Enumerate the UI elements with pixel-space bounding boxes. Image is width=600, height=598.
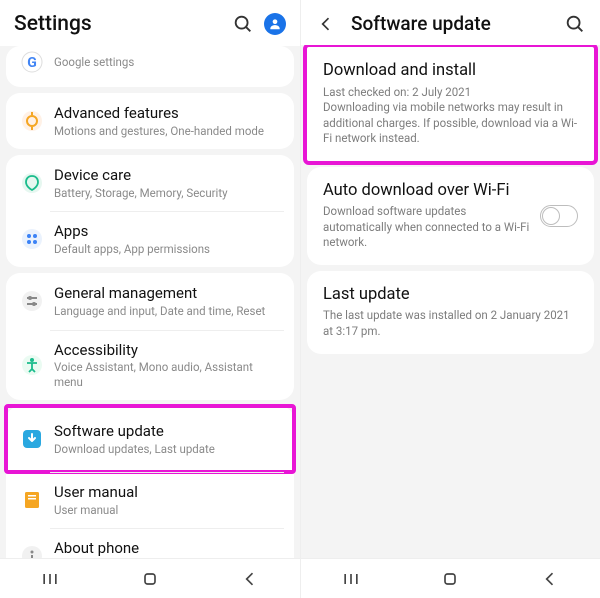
item-title: General management: [54, 284, 282, 303]
settings-item-google[interactable]: G Google settings: [6, 46, 294, 87]
update-header: Software update: [301, 0, 600, 45]
nav-bar: [0, 558, 300, 598]
item-sub: Download updates, Last update: [54, 442, 282, 456]
update-item-download-install[interactable]: Download and install Last checked on: 2 …: [307, 47, 594, 161]
settings-pane: Settings G Google settings: [0, 0, 300, 598]
devicecare-icon: [18, 169, 46, 197]
settings-item-devicecare[interactable]: Device care Battery, Storage, Memory, Se…: [6, 155, 294, 211]
softwareupdate-icon: [18, 425, 46, 453]
svg-text:G: G: [27, 55, 37, 71]
item-sub: Google settings: [54, 55, 282, 69]
item-title: Last update: [323, 285, 578, 306]
item-sub: Download software updates automatically …: [323, 204, 530, 251]
item-sub: Motions and gestures, One-handed mode: [54, 124, 282, 138]
item-sub: Language and input, Date and time, Reset: [54, 304, 282, 318]
item-sub: Default apps, App permissions: [54, 242, 282, 256]
settings-header: Settings: [0, 0, 300, 46]
settings-card: Advanced features Motions and gestures, …: [6, 93, 294, 149]
accessibility-icon: [18, 351, 46, 379]
back-icon[interactable]: [315, 14, 337, 34]
settings-card: Device care Battery, Storage, Memory, Se…: [6, 155, 294, 267]
back-button[interactable]: [530, 569, 570, 589]
item-title: About phone: [54, 539, 282, 558]
item-sub: The last update was installed on 2 Janua…: [323, 308, 578, 339]
settings-item-accessibility[interactable]: Accessibility Voice Assistant, Mono audi…: [6, 330, 294, 401]
recents-button[interactable]: [30, 569, 70, 589]
advanced-icon: [18, 107, 46, 135]
settings-item-apps[interactable]: Apps Default apps, App permissions: [6, 211, 294, 267]
nav-bar: [301, 558, 600, 598]
home-button[interactable]: [130, 569, 170, 589]
settings-card: General management Language and input, D…: [6, 273, 294, 400]
settings-item-advanced[interactable]: Advanced features Motions and gestures, …: [6, 93, 294, 149]
item-sub: Voice Assistant, Mono audio, Assistant m…: [54, 360, 282, 389]
search-icon[interactable]: [564, 13, 586, 35]
settings-list: G Google settings Advanced features: [0, 46, 300, 558]
home-button[interactable]: [430, 569, 470, 589]
settings-card: G Google settings: [6, 46, 294, 87]
softwareupdate-pane: Software update Download and install Las…: [300, 0, 600, 598]
recents-button[interactable]: [331, 569, 371, 589]
settings-item-aboutphone[interactable]: About phone Status, Legal information, P…: [6, 528, 294, 558]
update-title: Software update: [351, 12, 554, 35]
update-item-last-update[interactable]: Last update The last update was installe…: [307, 271, 594, 354]
auto-download-toggle[interactable]: [540, 205, 578, 227]
item-title: Advanced features: [54, 104, 282, 123]
back-button[interactable]: [230, 569, 270, 589]
item-sub: Last checked on: 2 July 2021 Downloading…: [323, 85, 578, 147]
item-sub: Battery, Storage, Memory, Security: [54, 186, 282, 200]
settings-card: Software update Download updates, Last u…: [6, 406, 294, 558]
google-icon: G: [18, 48, 46, 76]
item-title: Device care: [54, 166, 282, 185]
update-card: Download and install Last checked on: 2 …: [307, 47, 594, 161]
item-title: Auto download over Wi-Fi: [323, 181, 530, 202]
settings-item-softwareupdate[interactable]: Software update Download updates, Last u…: [6, 406, 294, 472]
account-icon[interactable]: [264, 13, 286, 35]
update-item-auto-download[interactable]: Auto download over Wi-Fi Download softwa…: [307, 167, 594, 265]
settings-item-usermanual[interactable]: User manual User manual: [6, 472, 294, 528]
apps-icon: [18, 225, 46, 253]
update-list: Download and install Last checked on: 2 …: [301, 45, 600, 558]
search-icon[interactable]: [232, 13, 254, 35]
aboutphone-icon: [18, 542, 46, 558]
item-sub: User manual: [54, 503, 282, 517]
general-icon: [18, 287, 46, 315]
item-title: Download and install: [323, 61, 578, 82]
settings-title: Settings: [14, 12, 222, 36]
item-title: User manual: [54, 483, 282, 502]
item-title: Apps: [54, 222, 282, 241]
usermanual-icon: [18, 486, 46, 514]
settings-item-general[interactable]: General management Language and input, D…: [6, 273, 294, 329]
update-card: Last update The last update was installe…: [307, 271, 594, 354]
item-title: Software update: [54, 422, 282, 441]
update-card: Auto download over Wi-Fi Download softwa…: [307, 167, 594, 265]
item-title: Accessibility: [54, 341, 282, 360]
